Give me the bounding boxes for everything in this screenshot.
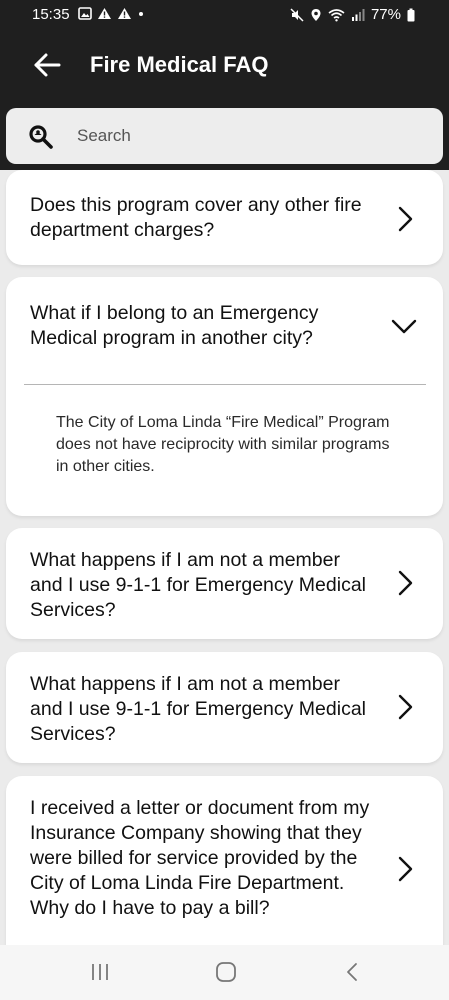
faq-question: What if I belong to an Emergency Medical… [30, 302, 319, 349]
faq-answer: The City of Loma Linda “Fire Medical” Pr… [56, 414, 390, 475]
faq-item[interactable]: I received a letter or document from my … [6, 776, 443, 945]
divider [24, 384, 426, 385]
location-icon [311, 8, 321, 21]
battery-icon [407, 8, 415, 21]
page-title: Fire Medical FAQ [90, 52, 269, 77]
faq-item[interactable]: What happens if I am not a member and I … [6, 528, 443, 639]
back-nav-icon[interactable] [344, 960, 360, 984]
system-nav-bar [0, 945, 449, 1000]
search-input[interactable]: Search [6, 108, 443, 164]
warning-icon [98, 8, 111, 19]
chevron-right-icon [398, 856, 413, 882]
wifi-icon [328, 8, 345, 21]
notification-icons [78, 7, 145, 20]
mute-icon [290, 7, 304, 22]
faq-question: What happens if I am not a member and I … [30, 549, 366, 621]
status-bar: 15:35 77% [0, 0, 449, 30]
home-icon[interactable] [214, 960, 238, 984]
search-placeholder: Search [77, 126, 131, 145]
battery-level: 77% [370, 6, 401, 23]
faq-question: I received a letter or document from my … [30, 797, 370, 919]
recent-apps-icon[interactable] [90, 960, 110, 984]
system-icons: 77% [290, 6, 415, 23]
chevron-right-icon [398, 694, 413, 720]
faq-question: What happens if I am not a member and I … [30, 673, 366, 745]
faq-list: Does this program cover any other fire d… [0, 170, 449, 945]
dot-icon [139, 12, 143, 16]
faq-item[interactable]: What happens if I am not a member and I … [6, 652, 443, 763]
app-bar: Fire Medical FAQ [0, 30, 449, 106]
status-time: 15:35 [32, 6, 70, 23]
warning-icon [118, 8, 131, 19]
faq-question: Does this program cover any other fire d… [30, 194, 362, 241]
chevron-right-icon [398, 206, 413, 232]
image-icon [78, 7, 92, 20]
signal-icon [351, 8, 365, 21]
chevron-down-icon [391, 319, 417, 334]
chevron-right-icon [398, 570, 413, 596]
faq-item-expanded[interactable]: What if I belong to an Emergency Medical… [6, 277, 443, 516]
search-icon [29, 125, 53, 149]
faq-item[interactable]: Does this program cover any other fire d… [6, 170, 443, 265]
arrow-left-icon[interactable] [32, 50, 62, 80]
